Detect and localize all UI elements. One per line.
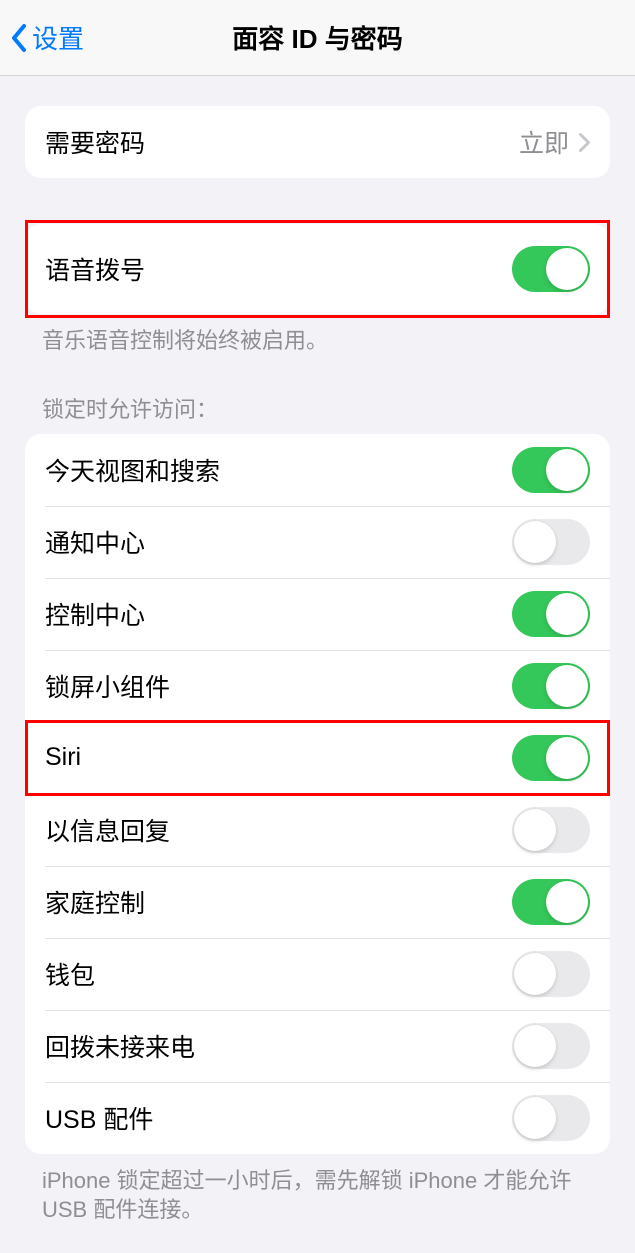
back-button[interactable]: 设置 [0, 19, 84, 56]
row-locked-item: 以信息回复 [25, 794, 610, 866]
locked-access-footer: iPhone 锁定超过一小时后，需先解锁 iPhone 才能允许 USB 配件连… [42, 1166, 593, 1225]
row-label: 家庭控制 [45, 884, 145, 920]
row-locked-item: 钱包 [25, 938, 610, 1010]
nav-header: 设置 面容 ID 与密码 [0, 0, 635, 76]
toggle-locked-item[interactable] [512, 1023, 590, 1069]
toggle-locked-item[interactable] [512, 591, 590, 637]
row-label: Siri [45, 743, 81, 772]
row-label: 语音拨号 [45, 251, 145, 287]
row-locked-item: Siri [25, 722, 610, 794]
row-locked-item: 回拨未接来电 [25, 1010, 610, 1082]
toggle-locked-item[interactable] [512, 879, 590, 925]
toggle-voice-dial[interactable] [512, 246, 590, 292]
chevron-left-icon [10, 23, 28, 53]
toggle-locked-item[interactable] [512, 1095, 590, 1141]
group-locked-access: 今天视图和搜索通知中心控制中心锁屏小组件 Siri 以信息回复家庭控制钱包回拨未接来… [25, 434, 610, 1154]
toggle-locked-item[interactable] [512, 519, 590, 565]
row-locked-item: 锁屏小组件 [25, 650, 610, 722]
locked-access-header: 锁定时允许访问： [42, 392, 593, 424]
voice-dial-footer: 音乐语音控制将始终被启用。 [42, 326, 593, 356]
row-voice-dial: 语音拨号 [25, 224, 610, 314]
row-locked-item: 今天视图和搜索 [25, 434, 610, 506]
row-value-text: 立即 [519, 124, 569, 160]
toggle-locked-item[interactable] [512, 663, 590, 709]
toggle-locked-item[interactable] [512, 735, 590, 781]
content: 需要密码 立即 语音拨号 音乐语音控制将始终被启用。 锁定时允许访问： 今天视图… [0, 76, 635, 1225]
toggle-locked-item[interactable] [512, 951, 590, 997]
row-label: 锁屏小组件 [45, 668, 170, 704]
row-label: 钱包 [45, 956, 95, 992]
row-locked-item: 家庭控制 [25, 866, 610, 938]
row-locked-item: 通知中心 [25, 506, 610, 578]
row-label: 回拨未接来电 [45, 1028, 195, 1064]
chevron-right-icon [579, 133, 590, 152]
page-title: 面容 ID 与密码 [0, 19, 635, 56]
group-require-passcode: 需要密码 立即 [25, 106, 610, 178]
row-locked-item: 控制中心 [25, 578, 610, 650]
back-label: 设置 [32, 19, 84, 56]
row-label: 控制中心 [45, 596, 145, 632]
row-label: USB 配件 [45, 1100, 153, 1136]
group-voice-dial: 语音拨号 [25, 224, 610, 314]
row-label: 今天视图和搜索 [45, 452, 220, 488]
row-locked-item: USB 配件 [25, 1082, 610, 1154]
row-label: 需要密码 [45, 124, 145, 160]
row-value: 立即 [519, 124, 590, 160]
toggle-locked-item[interactable] [512, 447, 590, 493]
row-require-passcode[interactable]: 需要密码 立即 [25, 106, 610, 178]
row-label: 以信息回复 [45, 812, 170, 848]
row-label: 通知中心 [45, 524, 145, 560]
toggle-locked-item[interactable] [512, 807, 590, 853]
